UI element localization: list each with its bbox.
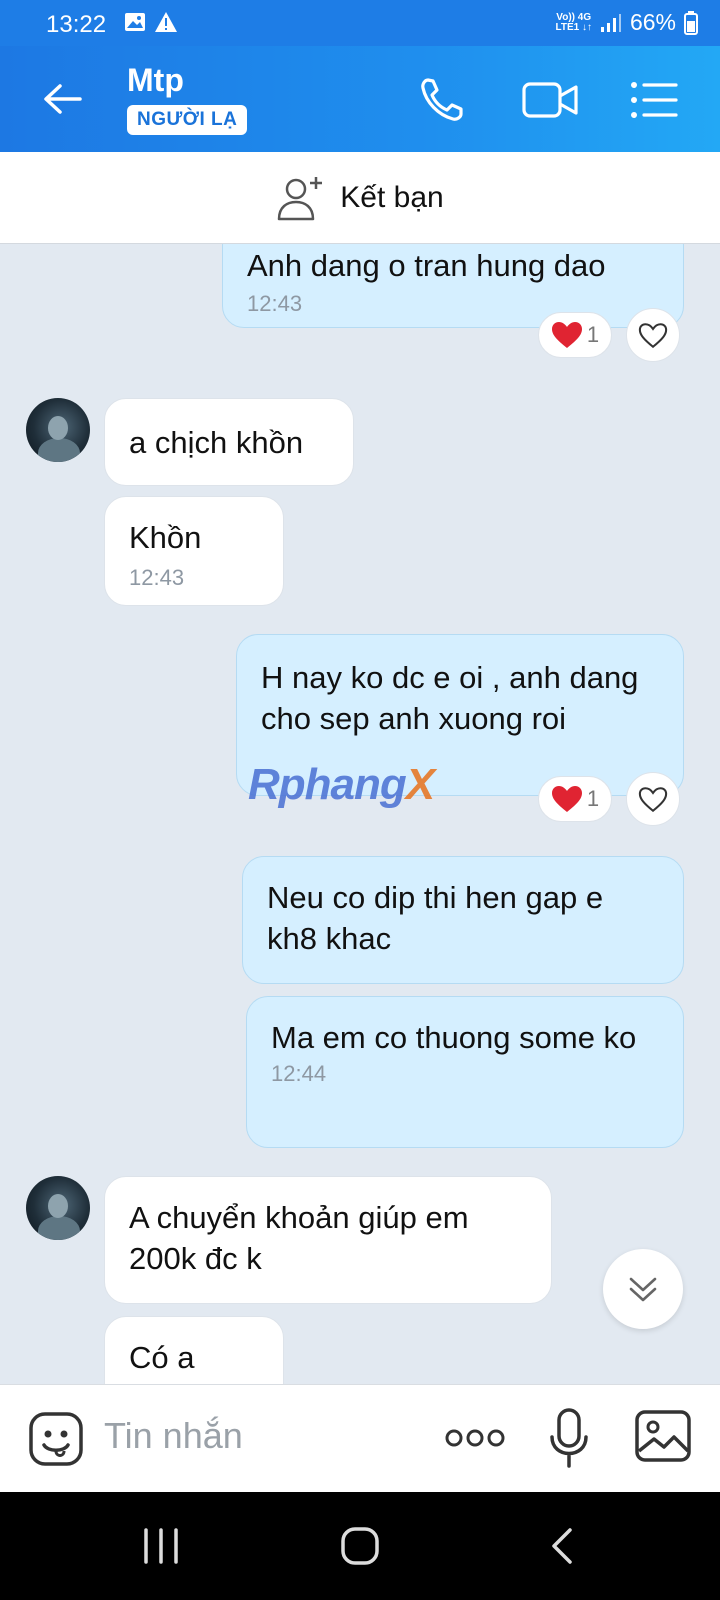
message-bubble-sent[interactable]: Ma em co thuong some ko 12:44	[246, 996, 684, 1148]
back-nav-icon[interactable]	[548, 1526, 576, 1566]
like-button[interactable]	[626, 772, 680, 826]
video-icon[interactable]	[520, 74, 580, 126]
warning-icon	[155, 12, 177, 32]
system-navigation-bar	[0, 1492, 720, 1600]
reaction-count: 1	[586, 322, 600, 347]
more-options-icon[interactable]	[444, 1427, 506, 1449]
watermark-main: Rphang	[248, 760, 407, 809]
heart-icon	[551, 322, 582, 348]
message-bubble-received[interactable]: Khồn 12:43	[104, 496, 284, 606]
contact-avatar[interactable]	[26, 398, 90, 462]
chat-area[interactable]: Anh dang o tran hung dao 12:43 1 a chịch…	[0, 244, 720, 1384]
status-bar: 13:22 Vo)) 4G LTE1 ↓↑ 66%	[0, 0, 720, 46]
battery-percent: 66%	[629, 9, 676, 35]
image-icon[interactable]	[634, 1409, 692, 1463]
message-text: a chịch khồn	[129, 425, 304, 460]
message-text: Anh dang o tran hung dao	[247, 248, 606, 283]
reaction-badge[interactable]: 1	[538, 312, 612, 358]
add-friend-icon	[278, 176, 323, 220]
message-bubble-sent[interactable]: Anh dang o tran hung dao 12:43	[222, 244, 684, 328]
sticker-icon[interactable]	[28, 1411, 84, 1467]
scroll-to-bottom-button[interactable]	[603, 1249, 683, 1329]
contact-avatar[interactable]	[26, 1176, 90, 1240]
chat-header: Mtp NGƯỜI LẠ	[0, 46, 720, 152]
stranger-badge: NGƯỜI LẠ	[127, 105, 248, 135]
menu-icon[interactable]	[628, 74, 680, 126]
message-time: 12:43	[129, 565, 185, 590]
message-text: H nay ko dc e oi , anh dang cho sep anh …	[261, 660, 639, 736]
double-chevron-down-icon	[629, 1277, 657, 1302]
gallery-icon	[125, 13, 145, 31]
reaction-count: 1	[586, 786, 600, 811]
heart-icon	[551, 786, 582, 812]
back-arrow-icon[interactable]	[40, 76, 86, 122]
watermark-logo: RphangX	[248, 760, 435, 810]
message-bubble-received[interactable]: A chuyển khoản giúp em 200k đc k	[104, 1176, 552, 1304]
status-time: 13:22	[46, 11, 107, 38]
microphone-icon[interactable]	[548, 1407, 590, 1469]
phone-icon[interactable]	[416, 74, 468, 126]
network-sub: LTE1 ↓↑	[555, 21, 592, 33]
like-button[interactable]	[626, 308, 680, 362]
message-bubble-sent[interactable]: Neu co dip thi hen gap e kh8 khac	[242, 856, 684, 984]
notification-icons	[124, 11, 178, 33]
home-icon[interactable]	[340, 1526, 380, 1566]
message-text: A chuyển khoản giúp em 200k đc k	[129, 1200, 469, 1276]
reaction-badge[interactable]: 1	[538, 776, 612, 822]
heart-outline-icon	[638, 322, 668, 348]
add-friend-bar[interactable]: Kết bạn	[0, 152, 720, 244]
message-text: Khồn	[129, 520, 202, 555]
message-bubble-received[interactable]: a chịch khồn	[104, 398, 354, 486]
message-text: Có a	[129, 1340, 195, 1375]
message-text: Ma em co thuong some ko	[271, 1020, 637, 1055]
contact-name[interactable]: Mtp	[127, 62, 184, 99]
message-input-bar: Tin nhắn	[0, 1384, 720, 1492]
network-indicator: Vo)) 4G LTE1 ↓↑	[555, 11, 592, 33]
network-type: Vo)) 4G	[556, 11, 592, 23]
recent-apps-icon[interactable]	[142, 1526, 180, 1566]
message-bubble-received[interactable]: Có a	[104, 1316, 284, 1384]
message-time: 12:44	[271, 1061, 327, 1086]
signal-icon	[600, 13, 621, 32]
add-friend-label: Kết bạn	[340, 180, 444, 214]
battery-icon	[684, 10, 698, 35]
watermark-accent: X	[405, 760, 435, 809]
message-input[interactable]: Tin nhắn	[104, 1415, 243, 1457]
heart-outline-icon	[638, 786, 668, 812]
message-text: Neu co dip thi hen gap e kh8 khac	[267, 880, 604, 956]
